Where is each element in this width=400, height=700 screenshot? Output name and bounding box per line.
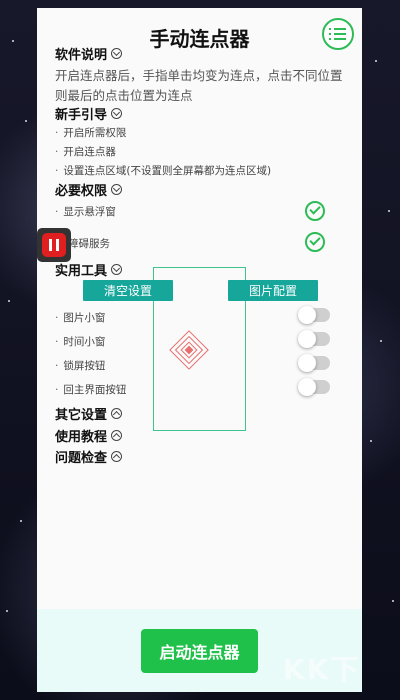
chevron-up-icon — [111, 430, 123, 441]
permission-item: · 显示悬浮窗 — [55, 206, 116, 218]
watermark: KK下 — [283, 653, 361, 686]
main-panel: 手动连点器 软件说明 开启连点器后，手指单击均变为连点，点击不同位置则最后的点击… — [37, 8, 362, 692]
lock-button-toggle[interactable] — [298, 354, 330, 372]
section-guide[interactable]: 新手引导 — [55, 104, 123, 123]
tool-item: · 回主界面按钮 — [55, 384, 127, 396]
image-config-button[interactable]: 图片配置 — [228, 280, 318, 301]
tool-item: · 图片小窗 — [55, 312, 106, 324]
section-software[interactable]: 软件说明 — [55, 44, 123, 63]
chevron-down-icon — [111, 48, 123, 59]
chevron-up-icon — [111, 451, 123, 462]
guide-item: · 开启所需权限 — [55, 127, 127, 139]
image-window-toggle[interactable] — [298, 306, 330, 324]
floating-pause-button[interactable] — [37, 228, 71, 262]
tool-item: · 时间小窗 — [55, 336, 106, 348]
guide-item: · 设置连点区域(不设置则全屏幕都为连点区域) — [55, 165, 272, 177]
section-permissions[interactable]: 必要权限 — [55, 180, 123, 199]
check-icon[interactable] — [305, 201, 325, 221]
chevron-down-icon — [111, 264, 123, 275]
time-window-toggle[interactable] — [298, 330, 330, 348]
start-clicker-button[interactable]: 启动连点器 — [141, 629, 258, 673]
section-tutorial[interactable]: 使用教程 — [55, 426, 123, 445]
clear-settings-button[interactable]: 清空设置 — [83, 280, 173, 301]
check-icon[interactable] — [305, 232, 325, 252]
section-other[interactable]: 其它设置 — [55, 404, 123, 423]
chevron-down-icon — [111, 184, 123, 195]
home-button-toggle[interactable] — [298, 378, 330, 396]
chevron-down-icon — [111, 108, 123, 119]
section-tools[interactable]: 实用工具 — [55, 260, 123, 279]
tool-item: · 锁屏按钮 — [55, 360, 106, 372]
pause-icon — [42, 233, 66, 257]
menu-list-icon[interactable] — [322, 18, 354, 50]
chevron-up-icon — [111, 408, 123, 419]
guide-item: · 开启连点器 — [55, 146, 116, 158]
permission-item: 障碍服务 — [68, 238, 110, 250]
software-description: 开启连点器后，手指单击均变为连点，点击不同位置则最后的点击位置为连点 — [55, 68, 343, 103]
section-issues[interactable]: 问题检查 — [55, 447, 123, 466]
